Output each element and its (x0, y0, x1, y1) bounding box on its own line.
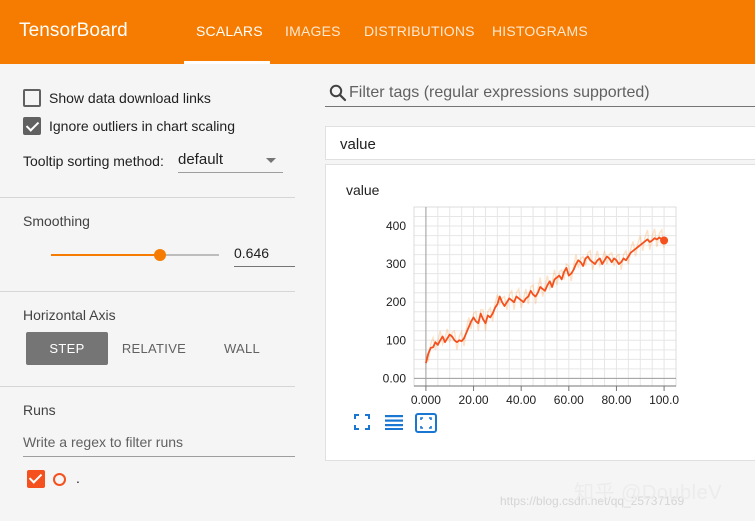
show-download-links-option[interactable]: Show data download links (23, 89, 211, 107)
show-download-links-checkbox[interactable] (23, 89, 41, 107)
y-tick-label: 300 (386, 257, 406, 271)
series-end-point (660, 236, 669, 245)
tooltip-sorting-select[interactable]: default (178, 148, 283, 173)
zhihu-watermark: 知乎 @DoubleV (574, 482, 723, 504)
run-name: . (76, 470, 80, 486)
tab-distributions[interactable]: DISTRIBUTIONS (364, 23, 475, 39)
tag-filter-input[interactable]: Filter tags (regular expressions support… (349, 84, 755, 106)
smoothing-slider-handle[interactable] (154, 249, 166, 261)
y-tick-label: 400 (386, 219, 406, 233)
tag-group-title: value (340, 136, 376, 153)
horizontal-axis-title: Horizontal Axis (23, 307, 116, 323)
tab-images[interactable]: IMAGES (285, 23, 341, 39)
axis-wall-button[interactable]: WALL (204, 332, 280, 365)
x-tick-label: 0.000 (411, 393, 441, 407)
run-color-indicator[interactable] (53, 473, 66, 486)
runs-filter-input[interactable]: Write a regex to filter runs (23, 434, 295, 457)
x-tick-label: 80.00 (601, 393, 631, 407)
y-tick-label: 100 (386, 333, 406, 347)
ignore-outliers-option[interactable]: Ignore outliers in chart scaling (23, 117, 235, 135)
smoothing-value-input[interactable]: 0.646 (234, 244, 295, 267)
axis-step-button[interactable]: STEP (26, 332, 108, 365)
axis-relative-button[interactable]: RELATIVE (112, 332, 196, 365)
smoothing-slider-fill (51, 254, 160, 256)
dropdown-arrow-icon (266, 158, 276, 163)
tab-scalars[interactable]: SCALARS (196, 23, 263, 39)
section-divider (0, 386, 295, 387)
top-app-bar: TensorBoard SCALARS IMAGES DISTRIBUTIONS… (0, 0, 755, 64)
show-download-links-label: Show data download links (49, 90, 211, 106)
ignore-outliers-checkbox[interactable] (23, 117, 41, 135)
section-divider (0, 197, 295, 198)
runs-title: Runs (23, 402, 56, 418)
ignore-outliers-label: Ignore outliers in chart scaling (49, 118, 235, 134)
tab-histograms[interactable]: HISTOGRAMS (492, 23, 588, 39)
x-tick-label: 20.00 (459, 393, 489, 407)
sidebar: Show data download links Ignore outliers… (0, 64, 305, 521)
chart-title: value (346, 182, 380, 198)
y-tick-label: 200 (386, 295, 406, 309)
y-tick-label: 0.00 (383, 371, 407, 385)
scalar-line-chart[interactable]: 0.00 100 200 300 400 0.000 20.00 40.00 60.00 80.0… (325, 200, 695, 410)
section-divider (0, 291, 295, 292)
tag-group-header[interactable]: value (325, 126, 755, 160)
x-tick-label: 100.0 (649, 393, 679, 407)
run-checkbox[interactable] (27, 470, 45, 488)
search-icon (329, 84, 347, 102)
fullscreen-icon[interactable] (353, 413, 371, 431)
tooltip-sorting-label: Tooltip sorting method: (23, 153, 164, 169)
x-tick-label: 60.00 (554, 393, 584, 407)
fit-domain-icon[interactable] (415, 413, 437, 433)
log-scale-icon[interactable] (384, 413, 404, 431)
x-tick-label: 40.00 (506, 393, 536, 407)
tooltip-sorting-value: default (178, 151, 224, 168)
app-title: TensorBoard (19, 20, 128, 41)
tag-filter-underline (325, 106, 755, 107)
smoothing-title: Smoothing (23, 213, 90, 229)
